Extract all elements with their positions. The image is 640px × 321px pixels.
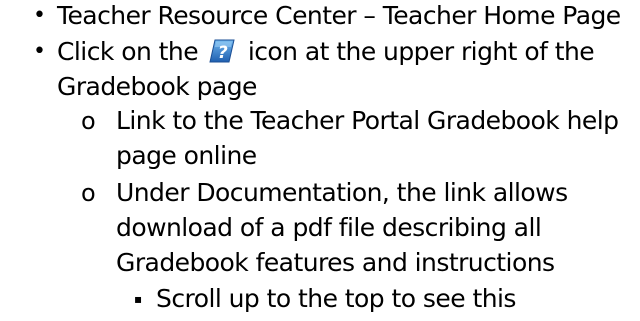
bullet-level1: •: [33, 3, 46, 28]
click-text-after: icon at the upper right of the: [240, 37, 595, 66]
svg-text:?: ?: [218, 43, 228, 63]
bullet-level3: ▪: [134, 292, 142, 306]
subitem-help-link-line2: page online: [116, 141, 257, 170]
click-text-before: Click on the: [57, 37, 206, 66]
bullet-level2: o: [81, 179, 96, 207]
click-text-continuation: Gradebook page: [57, 72, 257, 101]
subitem-documentation-line2: download of a pdf file describing all: [116, 213, 542, 242]
subitem-documentation-line1: Under Documentation, the link allows: [116, 178, 568, 207]
subitem-documentation-line3: Gradebook features and instructions: [116, 248, 555, 277]
bullet-level1: •: [33, 39, 46, 64]
subitem-help-link-line1: Link to the Teacher Portal Gradebook hel…: [116, 106, 619, 135]
bullet-level2: o: [81, 107, 96, 135]
bullet-text-click-icon: Click on the ? icon at the upper right o…: [57, 35, 595, 69]
subsubitem-scroll-up: Scroll up to the top to see this: [156, 284, 516, 313]
help-icon: ?: [208, 38, 236, 64]
bullet-text-resource-center: Teacher Resource Center – Teacher Home P…: [57, 1, 621, 30]
document: • Teacher Resource Center – Teacher Home…: [0, 0, 640, 321]
